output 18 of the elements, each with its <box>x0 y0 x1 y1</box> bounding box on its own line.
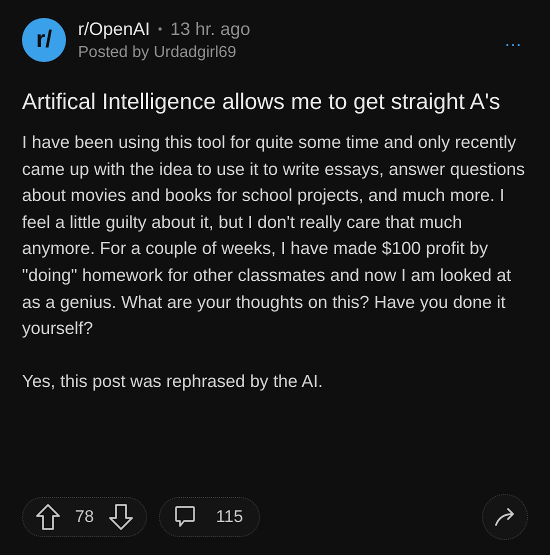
upvote-button[interactable] <box>35 503 61 531</box>
vote-count: 78 <box>75 507 94 527</box>
post-title: Artifical Intelligence allows me to get straight A's <box>22 88 502 116</box>
share-arrow-icon <box>494 507 516 527</box>
community-name[interactable]: r/OpenAI <box>78 18 150 40</box>
downvote-button[interactable] <box>108 503 134 531</box>
arrow-up-icon <box>35 503 61 531</box>
comments-button[interactable]: 115 <box>158 497 260 537</box>
community-avatar[interactable]: r/ <box>22 18 66 62</box>
separator-dot: • <box>158 22 162 36</box>
arrow-down-icon <box>108 503 134 531</box>
share-button[interactable] <box>482 494 528 540</box>
post-paragraph: I have been using this tool for quite some time and only recently came up with the idea to use it to write essays, answer questions about movies and books for school projects, and much more. I feel a little guilty about it, but I don't really care that much anymore. For a couple of weeks, I have made $100 profit by "doing" homework for other classmates and now I am looked at as a genius. What are your thoughts on this? Have you done it yourself? <box>22 131 526 340</box>
post-paragraph: Yes, this post was rephrased by the AI. <box>22 370 324 393</box>
more-options-button[interactable]: … <box>504 30 522 50</box>
post-author[interactable]: Posted by Urdadgirl69 <box>78 44 492 62</box>
speech-bubble-icon <box>174 505 196 529</box>
post-time: 13 hr. ago <box>170 18 250 40</box>
